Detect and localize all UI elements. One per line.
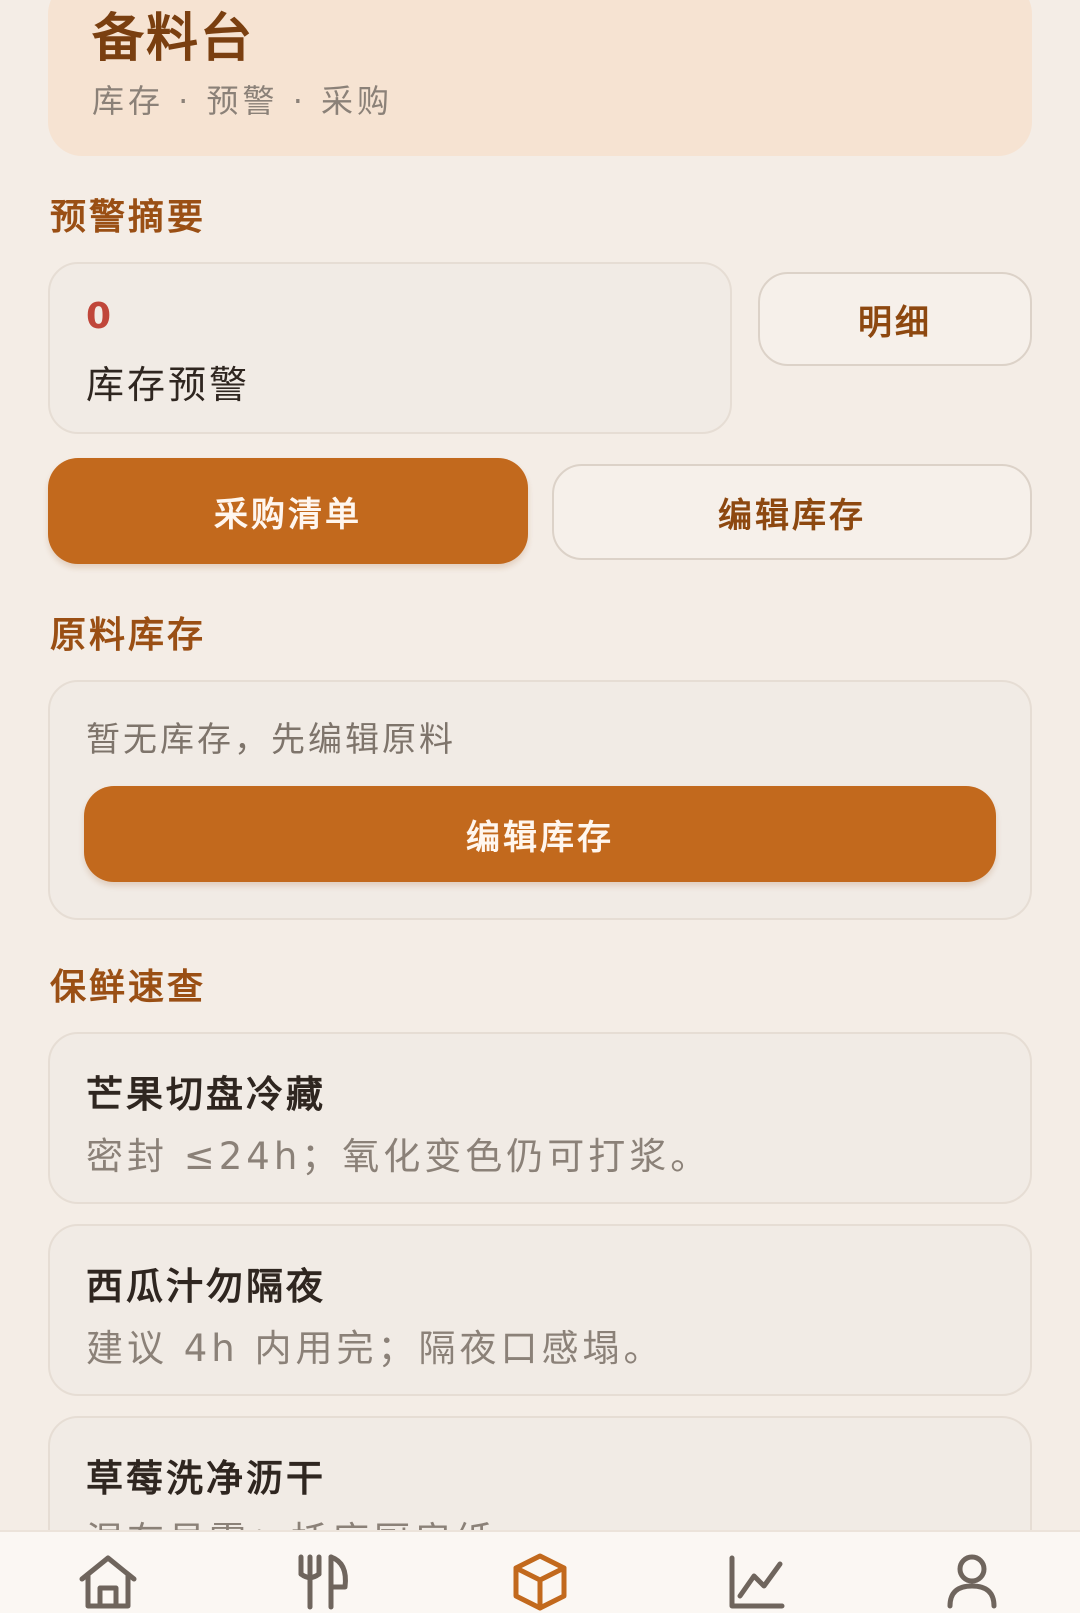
header-card: 备料台 库存 · 预警 · 采购 <box>48 0 1032 156</box>
inventory-section-title: 原料库存 <box>50 615 207 656</box>
tip-description: 密封 ≤24h；氧化变色仍可打浆。 <box>86 1135 712 1178</box>
user-icon <box>947 1554 997 1609</box>
nav-inventory[interactable] <box>500 1550 580 1613</box>
purchase-list-button[interactable]: 采购清单 <box>48 458 528 564</box>
chart-icon <box>729 1555 785 1609</box>
box-icon <box>513 1553 567 1611</box>
tip-title: 芒果切盘冷藏 <box>86 1073 326 1116</box>
page-title: 备料台 <box>92 9 255 69</box>
alert-count: 0 <box>86 296 112 337</box>
tip-title: 西瓜汁勿隔夜 <box>86 1265 326 1308</box>
nav-menu[interactable] <box>284 1550 364 1613</box>
nav-home[interactable] <box>68 1550 148 1613</box>
page-root: 备料台 库存 · 预警 · 采购 预警摘要 0 库存预警 明细 采购清单 编辑库… <box>0 0 1080 1613</box>
nav-profile[interactable] <box>932 1550 1012 1613</box>
home-icon <box>79 1555 137 1609</box>
bottom-nav <box>0 1530 1080 1613</box>
tip-description: 建议 4h 内用完；隔夜口感塌。 <box>86 1327 665 1370</box>
detail-button[interactable]: 明细 <box>758 272 1032 366</box>
nav-stats[interactable] <box>716 1550 796 1613</box>
freshness-tip-card[interactable]: 西瓜汁勿隔夜 建议 4h 内用完；隔夜口感塌。 <box>48 1224 1032 1396</box>
page-subtitle: 库存 · 预警 · 采购 <box>92 82 394 120</box>
freshness-section-title: 保鲜速查 <box>50 967 207 1008</box>
alert-summary-card: 0 库存预警 <box>48 262 732 434</box>
utensils-icon <box>298 1554 348 1610</box>
edit-inventory-button[interactable]: 编辑库存 <box>552 464 1032 560</box>
freshness-tip-card[interactable]: 芒果切盘冷藏 密封 ≤24h；氧化变色仍可打浆。 <box>48 1032 1032 1204</box>
inventory-card: 暂无库存，先编辑原料 编辑库存 <box>48 680 1032 920</box>
tip-title: 草莓洗净沥干 <box>86 1457 326 1500</box>
inventory-empty-text: 暂无库存，先编辑原料 <box>86 720 456 760</box>
inventory-edit-button[interactable]: 编辑库存 <box>84 786 996 882</box>
alert-summary-title: 预警摘要 <box>50 197 207 238</box>
alert-label: 库存预警 <box>86 363 251 407</box>
